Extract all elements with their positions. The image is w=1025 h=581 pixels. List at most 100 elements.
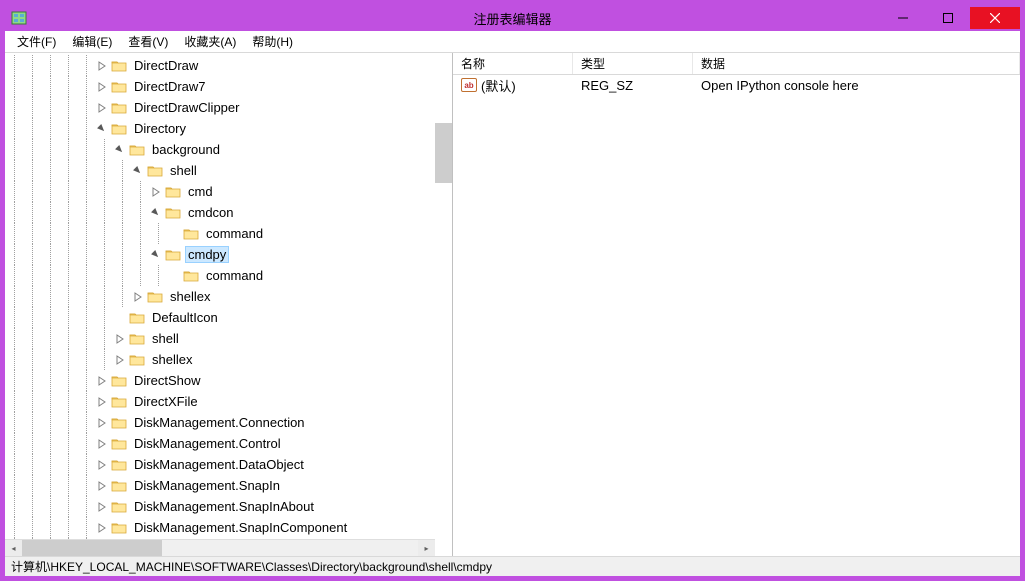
column-data[interactable]: 数据 bbox=[693, 53, 1020, 74]
tree-item-label: DefaultIcon bbox=[149, 309, 221, 326]
tree-item[interactable]: DiskManagement.SnapInComponent bbox=[5, 517, 452, 538]
list-row[interactable]: ab(默认)REG_SZOpen IPython console here bbox=[453, 75, 1020, 95]
menu-file[interactable]: 文件(F) bbox=[9, 31, 64, 52]
tree-item[interactable]: DiskManagement.Connection bbox=[5, 412, 452, 433]
menu-favorites[interactable]: 收藏夹(A) bbox=[176, 31, 244, 52]
folder-icon bbox=[165, 206, 181, 220]
tree-panel: DirectDraw DirectDraw7 DirectDrawClipper Di… bbox=[5, 53, 453, 556]
folder-icon bbox=[111, 416, 127, 430]
tree-item-label: background bbox=[149, 141, 223, 158]
chevron-right-icon[interactable] bbox=[95, 500, 109, 514]
close-button[interactable] bbox=[970, 7, 1020, 29]
tree-view[interactable]: DirectDraw DirectDraw7 DirectDrawClipper Di… bbox=[5, 53, 452, 556]
tree-item[interactable]: command bbox=[5, 223, 452, 244]
window-controls bbox=[880, 7, 1020, 29]
chevron-right-icon[interactable] bbox=[95, 479, 109, 493]
value-name: (默认) bbox=[481, 76, 516, 95]
folder-icon bbox=[129, 332, 145, 346]
chevron-right-icon[interactable] bbox=[95, 395, 109, 409]
column-type[interactable]: 类型 bbox=[573, 53, 693, 74]
cell-data: Open IPython console here bbox=[693, 77, 1020, 94]
tree-item[interactable]: command bbox=[5, 265, 452, 286]
chevron-right-icon[interactable] bbox=[95, 521, 109, 535]
tree-item-label: cmdpy bbox=[185, 246, 229, 263]
folder-icon bbox=[165, 185, 181, 199]
tree-item[interactable]: DirectDraw7 bbox=[5, 76, 452, 97]
tree-item[interactable]: shellex bbox=[5, 286, 452, 307]
folder-icon bbox=[165, 248, 181, 262]
list-header: 名称 类型 数据 bbox=[453, 53, 1020, 75]
chevron-right-icon[interactable] bbox=[131, 290, 145, 304]
tree-item[interactable]: cmdpy bbox=[5, 244, 452, 265]
tree-item-label: DiskManagement.Connection bbox=[131, 414, 308, 431]
tree-item[interactable]: shellex bbox=[5, 349, 452, 370]
content-area: DirectDraw DirectDraw7 DirectDrawClipper Di… bbox=[5, 53, 1020, 556]
chevron-right-icon[interactable] bbox=[95, 101, 109, 115]
maximize-button[interactable] bbox=[925, 7, 970, 29]
tree-item[interactable]: DiskManagement.SnapIn bbox=[5, 475, 452, 496]
chevron-down-icon[interactable] bbox=[113, 143, 127, 157]
tree-item-label: Directory bbox=[131, 120, 189, 137]
window-title: 注册表编辑器 bbox=[473, 9, 551, 28]
tree-item-label: DirectDraw7 bbox=[131, 78, 209, 95]
folder-icon bbox=[147, 164, 163, 178]
tree-item-label: DirectShow bbox=[131, 372, 203, 389]
chevron-down-icon[interactable] bbox=[95, 122, 109, 136]
chevron-right-icon[interactable] bbox=[113, 353, 127, 367]
chevron-right-icon[interactable] bbox=[113, 332, 127, 346]
list-view[interactable]: ab(默认)REG_SZOpen IPython console here bbox=[453, 75, 1020, 556]
chevron-right-icon[interactable] bbox=[149, 185, 163, 199]
tree-scrollbar-thumb[interactable] bbox=[435, 123, 452, 183]
chevron-right-icon[interactable] bbox=[95, 437, 109, 451]
folder-icon bbox=[183, 269, 199, 283]
tree-hscrollbar[interactable]: ◂ ▸ bbox=[5, 539, 435, 556]
folder-icon bbox=[111, 59, 127, 73]
hscroll-thumb[interactable] bbox=[22, 540, 162, 556]
tree-item[interactable]: DirectShow bbox=[5, 370, 452, 391]
tree-item[interactable]: shell bbox=[5, 160, 452, 181]
folder-icon bbox=[111, 500, 127, 514]
tree-item[interactable]: DirectXFile bbox=[5, 391, 452, 412]
tree-item-label: DiskManagement.Control bbox=[131, 435, 284, 452]
chevron-down-icon[interactable] bbox=[149, 248, 163, 262]
cell-name: ab(默认) bbox=[453, 75, 573, 96]
titlebar: 注册表编辑器 bbox=[5, 5, 1020, 31]
folder-icon bbox=[111, 458, 127, 472]
menu-help[interactable]: 帮助(H) bbox=[244, 31, 301, 52]
tree-item-label: shellex bbox=[149, 351, 195, 368]
tree-item-label: DirectDrawClipper bbox=[131, 99, 242, 116]
menu-edit[interactable]: 编辑(E) bbox=[64, 31, 120, 52]
menu-view[interactable]: 查看(V) bbox=[120, 31, 176, 52]
tree-item-label: DiskManagement.SnapIn bbox=[131, 477, 283, 494]
minimize-button[interactable] bbox=[880, 7, 925, 29]
tree-item-label: command bbox=[203, 267, 266, 284]
tree-item[interactable]: DiskManagement.SnapInAbout bbox=[5, 496, 452, 517]
tree-item[interactable]: DiskManagement.DataObject bbox=[5, 454, 452, 475]
tree-item[interactable]: DirectDraw bbox=[5, 55, 452, 76]
tree-item[interactable]: DirectDrawClipper bbox=[5, 97, 452, 118]
chevron-right-icon[interactable] bbox=[95, 59, 109, 73]
folder-icon bbox=[111, 479, 127, 493]
tree-item[interactable]: shell bbox=[5, 328, 452, 349]
chevron-right-icon[interactable] bbox=[95, 416, 109, 430]
scroll-right-icon[interactable]: ▸ bbox=[418, 540, 435, 556]
tree-item[interactable]: Directory bbox=[5, 118, 452, 139]
tree-item-label: DirectDraw bbox=[131, 57, 201, 74]
chevron-right-icon[interactable] bbox=[95, 458, 109, 472]
scroll-left-icon[interactable]: ◂ bbox=[5, 540, 22, 556]
regedit-icon bbox=[11, 10, 27, 26]
tree-item[interactable]: cmd bbox=[5, 181, 452, 202]
tree-item-label: shellex bbox=[167, 288, 213, 305]
chevron-down-icon[interactable] bbox=[131, 164, 145, 178]
column-name[interactable]: 名称 bbox=[453, 53, 573, 74]
tree-item[interactable]: DiskManagement.Control bbox=[5, 433, 452, 454]
tree-item[interactable]: cmdcon bbox=[5, 202, 452, 223]
tree-item[interactable]: DefaultIcon bbox=[5, 307, 452, 328]
tree-item-label: DiskManagement.DataObject bbox=[131, 456, 307, 473]
chevron-down-icon[interactable] bbox=[149, 206, 163, 220]
folder-icon bbox=[183, 227, 199, 241]
folder-icon bbox=[111, 395, 127, 409]
tree-item[interactable]: background bbox=[5, 139, 452, 160]
chevron-right-icon[interactable] bbox=[95, 80, 109, 94]
chevron-right-icon[interactable] bbox=[95, 374, 109, 388]
